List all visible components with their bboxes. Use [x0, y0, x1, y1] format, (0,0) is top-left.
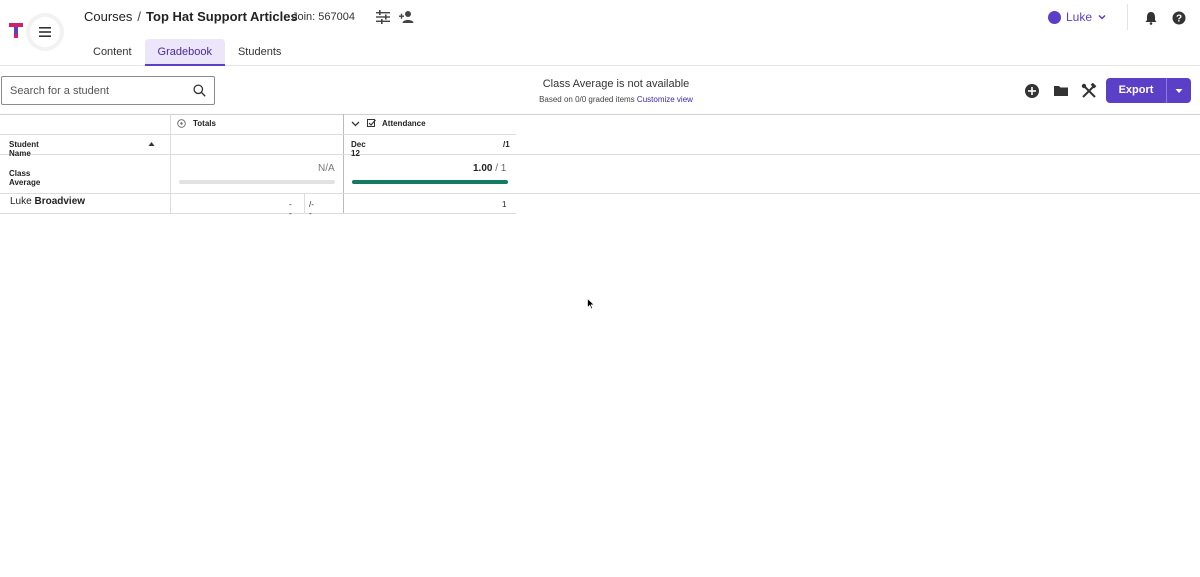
top-header: Courses / Top Hat Support Articles Join:…	[0, 0, 1200, 66]
student-name-cell[interactable]: Luke Broadview	[10, 196, 85, 207]
row-divider	[0, 193, 1200, 194]
student-attendance-score[interactable]: 1	[502, 200, 506, 209]
sliders-icon[interactable]	[375, 9, 391, 25]
customize-view-link[interactable]: Customize view	[637, 95, 693, 104]
course-title[interactable]: Top Hat Support Articles	[146, 9, 298, 24]
collapse-chevron-icon[interactable]	[351, 120, 360, 128]
student-first-name: Luke	[10, 196, 32, 207]
attendance-average: 1.00 / 1	[473, 163, 506, 174]
menu-button[interactable]	[30, 17, 60, 47]
student-last-name: Broadview	[34, 196, 86, 207]
graded-items-text: Based on 0/0 graded items	[539, 95, 635, 104]
caret-down-icon	[1175, 88, 1183, 93]
tab-content[interactable]: Content	[80, 39, 145, 66]
header-divider	[1127, 4, 1128, 30]
attendance-average-max: / 1	[495, 163, 507, 174]
class-average-label: Class Average	[9, 169, 41, 187]
tools-icon[interactable]	[1081, 83, 1097, 99]
add-people-icon[interactable]	[399, 9, 415, 25]
attendance-average-value: 1.00	[473, 163, 493, 174]
attendance-max-header: /1	[503, 140, 510, 149]
tab-students[interactable]: Students	[225, 39, 294, 66]
totals-group-header: Totals	[193, 119, 216, 128]
export-button[interactable]: Export	[1106, 78, 1166, 103]
help-icon[interactable]: ?	[1172, 11, 1186, 25]
column-divider	[170, 114, 171, 213]
svg-text:?: ?	[1176, 14, 1182, 25]
attendance-group-header: Attendance	[382, 119, 426, 128]
user-name: Luke	[1066, 10, 1093, 24]
attendance-date-header[interactable]: Dec 12	[351, 140, 366, 158]
toolbar-divider	[0, 114, 1200, 115]
student-name-column-header[interactable]: Student Name	[9, 140, 39, 158]
avatar-icon	[1048, 10, 1061, 24]
export-dropdown-button[interactable]	[1166, 78, 1191, 103]
student-total-max: /--	[309, 200, 314, 218]
tophat-logo-icon[interactable]	[8, 22, 24, 40]
search-input[interactable]	[10, 83, 185, 99]
user-menu[interactable]: Luke	[1048, 10, 1107, 24]
class-average-subtitle: Based on 0/0 graded items Customize view	[480, 95, 752, 104]
attendance-icon	[367, 119, 376, 127]
totals-info-icon[interactable]	[177, 119, 186, 128]
student-search	[1, 76, 215, 105]
student-total-value: --	[289, 200, 292, 218]
totals-progress-bar	[179, 180, 335, 184]
join-code: Join: 567004	[292, 11, 355, 23]
folder-icon[interactable]	[1053, 83, 1069, 99]
export-button-group: Export	[1106, 78, 1191, 103]
chevron-down-icon	[1098, 14, 1106, 20]
row-divider	[0, 134, 516, 135]
sort-ascending-icon[interactable]	[148, 141, 155, 147]
breadcrumb: Courses / Top Hat Support Articles	[84, 9, 298, 24]
bell-icon[interactable]	[1144, 11, 1158, 25]
row-divider	[0, 154, 1200, 155]
column-divider	[343, 114, 344, 213]
attendance-progress-fill	[352, 180, 508, 184]
breadcrumb-separator: /	[137, 9, 142, 24]
hamburger-icon	[39, 27, 51, 37]
row-divider	[0, 213, 516, 214]
column-divider	[304, 194, 305, 213]
add-item-icon[interactable]	[1024, 83, 1040, 99]
totals-average-value: N/A	[318, 163, 335, 174]
breadcrumb-courses-link[interactable]: Courses	[84, 9, 132, 24]
course-tabs: Content Gradebook Students	[80, 39, 294, 66]
tab-gradebook[interactable]: Gradebook	[144, 39, 225, 66]
search-icon[interactable]	[193, 84, 206, 97]
mouse-cursor-icon	[587, 298, 595, 310]
class-average-status: Class Average is not available	[542, 78, 690, 90]
